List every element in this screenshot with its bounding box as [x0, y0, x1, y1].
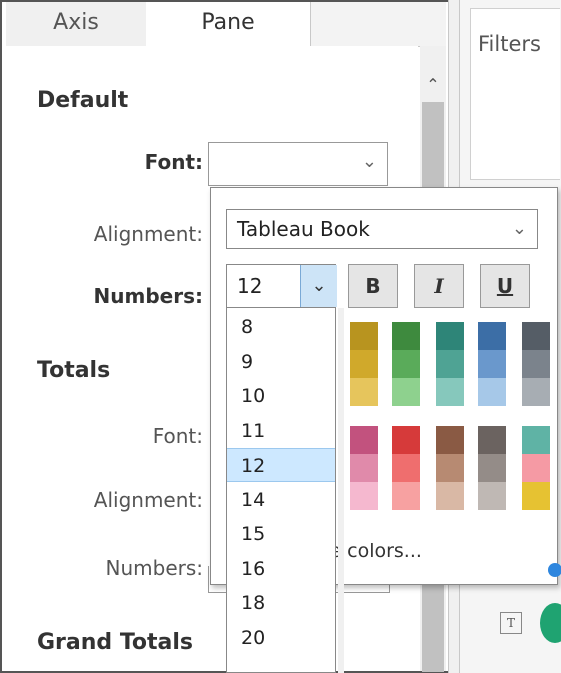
color-swatch[interactable]: [436, 482, 464, 510]
font-size-option[interactable]: 15: [227, 517, 335, 551]
font-family-dropdown[interactable]: Tableau Book ⌄: [226, 209, 538, 249]
font-size-option[interactable]: 11: [227, 414, 335, 448]
color-swatch[interactable]: [392, 350, 420, 378]
color-swatch[interactable]: [436, 426, 464, 454]
size-list-scrollbar[interactable]: [338, 308, 344, 673]
totals-numbers-label: Numbers:: [105, 556, 204, 580]
underline-button[interactable]: U: [480, 264, 530, 308]
italic-button[interactable]: I: [414, 264, 464, 308]
color-swatch[interactable]: [478, 426, 506, 454]
color-swatch[interactable]: [350, 454, 378, 482]
tab-bar: Axis Pane: [6, 2, 446, 47]
font-size-dropdown-button[interactable]: ⌄: [300, 265, 337, 307]
section-title-totals: Totals: [37, 358, 111, 383]
font-size-option[interactable]: 9: [227, 345, 335, 379]
color-swatch[interactable]: [392, 482, 420, 510]
font-size-list[interactable]: 8 9 10 11 12 14 15 16 18 20: [226, 308, 336, 673]
section-title-default: Default: [37, 88, 129, 113]
color-swatch[interactable]: [350, 350, 378, 378]
color-swatch-column: [522, 426, 550, 510]
color-swatch[interactable]: [436, 350, 464, 378]
color-swatch[interactable]: [350, 378, 378, 406]
color-swatch[interactable]: [522, 322, 550, 350]
color-swatch[interactable]: [392, 454, 420, 482]
font-size-option[interactable]: 16: [227, 552, 335, 586]
default-font-dropdown[interactable]: ⌄: [208, 142, 388, 186]
font-size-value: 12: [237, 274, 263, 298]
color-swatch[interactable]: [478, 350, 506, 378]
color-swatch[interactable]: [436, 322, 464, 350]
color-swatch-column: [350, 426, 378, 510]
font-size-option[interactable]: 14: [227, 483, 335, 517]
color-swatch-column: [478, 322, 506, 406]
filters-label: Filters: [478, 32, 541, 56]
color-swatch[interactable]: [478, 378, 506, 406]
chevron-down-icon: ⌄: [511, 218, 527, 239]
default-alignment-label: Alignment:: [93, 222, 203, 246]
font-size-option[interactable]: 12: [227, 448, 335, 482]
totals-font-label: Font:: [152, 424, 203, 448]
bold-label: B: [365, 274, 381, 298]
color-swatch[interactable]: [522, 454, 550, 482]
font-family-value: Tableau Book: [237, 217, 370, 241]
section-title-grand-totals: Grand Totals: [37, 630, 194, 655]
font-size-option[interactable]: 20: [227, 621, 335, 655]
color-swatch-column: [392, 322, 420, 406]
text-icon[interactable]: T: [500, 612, 522, 634]
color-swatch[interactable]: [350, 482, 378, 510]
color-swatch[interactable]: [392, 426, 420, 454]
color-swatch-column: [436, 426, 464, 510]
color-swatch[interactable]: [436, 378, 464, 406]
color-swatch[interactable]: [522, 482, 550, 510]
color-swatch[interactable]: [392, 322, 420, 350]
tab-axis[interactable]: Axis: [6, 2, 147, 46]
color-swatch[interactable]: [478, 482, 506, 510]
color-swatch-column: [522, 322, 550, 406]
blue-circle-icon: [548, 563, 561, 577]
color-swatch[interactable]: [522, 350, 550, 378]
default-numbers-label: Numbers:: [93, 284, 203, 308]
font-size-option[interactable]: 8: [227, 310, 335, 344]
chevron-down-icon: ⌄: [311, 275, 327, 296]
default-font-label: Font:: [144, 150, 203, 174]
underline-label: U: [496, 274, 514, 298]
chevron-down-icon: ⌄: [361, 151, 377, 172]
more-colors-link[interactable]: re colors...: [322, 540, 422, 562]
color-swatch[interactable]: [522, 378, 550, 406]
font-size-option[interactable]: 10: [227, 379, 335, 413]
scroll-up-icon[interactable]: ⌃: [420, 72, 446, 98]
color-swatch-column: [436, 322, 464, 406]
font-size-option[interactable]: 18: [227, 586, 335, 620]
color-swatch[interactable]: [436, 454, 464, 482]
color-swatch[interactable]: [350, 322, 378, 350]
tab-pane[interactable]: Pane: [146, 2, 311, 47]
color-swatch[interactable]: [350, 426, 378, 454]
color-swatch-column: [350, 322, 378, 406]
color-swatch-column: [392, 426, 420, 510]
color-swatch-column: [478, 426, 506, 510]
color-swatch[interactable]: [478, 454, 506, 482]
color-swatch[interactable]: [478, 322, 506, 350]
totals-alignment-label: Alignment:: [93, 488, 203, 512]
bold-button[interactable]: B: [348, 264, 398, 308]
color-swatch[interactable]: [392, 378, 420, 406]
color-swatch[interactable]: [522, 426, 550, 454]
italic-label: I: [434, 274, 444, 298]
